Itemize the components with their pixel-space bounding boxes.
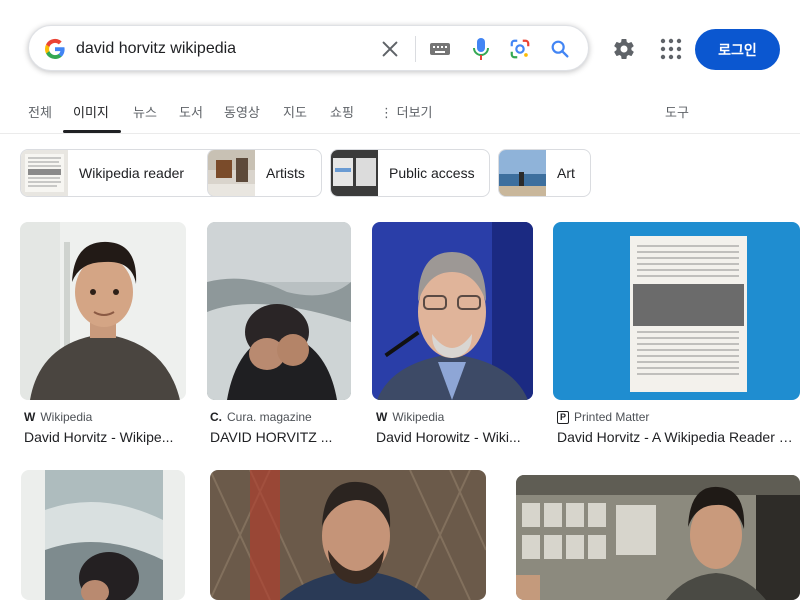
tab-images[interactable]: 이미지 [73,102,109,121]
search-tabs: 전체 이미지 뉴스 도서 동영상 지도 쇼핑 ⋮ 더보기 도구 [0,92,800,134]
divider [415,36,416,62]
active-tab-indicator [63,130,121,133]
result-source: P Printed Matter [557,410,649,424]
result-source: C. Cura. magazine [210,410,312,424]
result-source: W Wikipedia [24,410,92,424]
chip-label: Public access [389,165,475,181]
wikipedia-icon: W [24,410,36,424]
tab-all[interactable]: 전체 [28,102,52,121]
result-thumbnail[interactable] [207,222,351,400]
result-title[interactable]: DAVID HORVITZ ... [210,429,350,445]
result-title[interactable]: David Horvitz - A Wikipedia Reader - ... [557,429,797,445]
chip-thumbnail [331,150,378,196]
image-result[interactable] [210,470,486,600]
chip-artists[interactable]: Artists [207,149,322,197]
search-input[interactable]: david horvitz wikipedia [76,40,236,58]
google-g-icon [44,38,65,60]
chip-label: Wikipedia reader [79,165,185,181]
image-result[interactable] [20,222,186,400]
result-thumbnail[interactable] [372,222,533,400]
chip-thumbnail [21,150,68,196]
chip-thumbnail [499,150,546,196]
tools-button[interactable]: 도구 [665,102,689,121]
image-result[interactable] [553,222,800,400]
chip-wikipedia-reader[interactable]: Wikipedia reader [20,149,228,197]
search-box[interactable]: david horvitz wikipedia [28,25,589,71]
result-title[interactable]: David Horowitz - Wiki... [376,429,532,445]
image-result[interactable] [21,470,185,600]
result-source-name: Wikipedia [40,410,93,424]
search-icon[interactable] [549,38,571,60]
wikipedia-icon: W [376,410,388,424]
image-result[interactable] [207,222,351,400]
login-button[interactable]: 로그인 [695,29,780,70]
cura-icon: C. [210,410,222,424]
chip-thumbnail [208,150,255,196]
chip-art[interactable]: Art [498,149,591,197]
image-result[interactable] [516,475,800,600]
tab-maps[interactable]: 지도 [283,102,307,121]
result-thumbnail[interactable] [21,470,185,600]
result-thumbnail[interactable] [516,475,800,600]
result-source-name: Wikipedia [392,410,445,424]
tab-videos[interactable]: 동영상 [224,102,260,121]
keyboard-icon[interactable] [429,41,451,57]
lens-icon[interactable] [509,38,531,60]
result-source: W Wikipedia [376,410,444,424]
result-thumbnail[interactable] [553,222,800,400]
close-icon[interactable] [379,38,401,60]
apps-grid-icon[interactable] [660,38,682,60]
result-source-name: Printed Matter [574,410,650,424]
printed-matter-icon: P [557,410,570,424]
chip-label: Artists [266,165,305,181]
tab-shopping[interactable]: 쇼핑 [330,102,354,121]
tab-news[interactable]: 뉴스 [133,102,157,121]
result-thumbnail[interactable] [210,470,486,600]
tab-books[interactable]: 도서 [179,102,203,121]
chip-public-access[interactable]: Public access [330,149,490,197]
gear-icon[interactable] [612,37,636,61]
result-source-name: Cura. magazine [227,410,312,424]
result-title[interactable]: David Horvitz - Wikipe... [24,429,186,445]
mic-icon[interactable] [472,37,490,61]
result-thumbnail[interactable] [20,222,186,400]
tab-more[interactable]: ⋮ 더보기 [380,102,433,121]
chip-label: Art [557,165,575,181]
image-result[interactable] [372,222,533,400]
